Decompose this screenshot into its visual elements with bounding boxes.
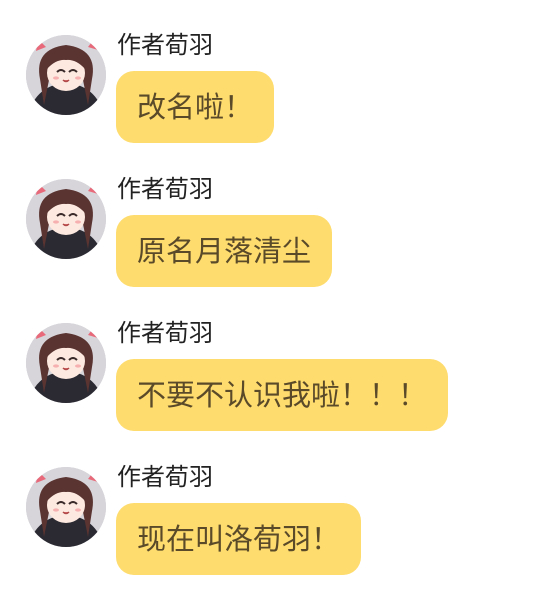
message-bubble[interactable]: 改名啦！	[116, 71, 275, 143]
chat-thread: 作者荀羽 改名啦！ 作者荀羽 原名月落清尘 作者荀羽 不要不认识我啦！！！ 作者…	[0, 0, 544, 587]
sender-name: 作者荀羽	[117, 319, 213, 347]
message-bubble[interactable]: 不要不认识我啦！！！	[116, 359, 449, 431]
chat-message: 作者荀羽 现在叫洛荀羽！	[26, 461, 526, 591]
message-bubble[interactable]: 现在叫洛荀羽！	[116, 503, 362, 575]
sender-name: 作者荀羽	[117, 175, 213, 203]
chat-message: 作者荀羽 改名啦！	[26, 29, 526, 159]
chat-message: 作者荀羽 原名月落清尘	[26, 173, 526, 303]
message-bubble[interactable]: 原名月落清尘	[116, 215, 333, 287]
sender-name: 作者荀羽	[117, 463, 213, 491]
sender-name: 作者荀羽	[117, 31, 213, 59]
anime-girl-avatar-icon[interactable]	[26, 179, 106, 259]
chat-message: 作者荀羽 不要不认识我啦！！！	[26, 317, 526, 447]
anime-girl-avatar-icon[interactable]	[26, 35, 106, 115]
anime-girl-avatar-icon[interactable]	[26, 323, 106, 403]
anime-girl-avatar-icon[interactable]	[26, 467, 106, 547]
